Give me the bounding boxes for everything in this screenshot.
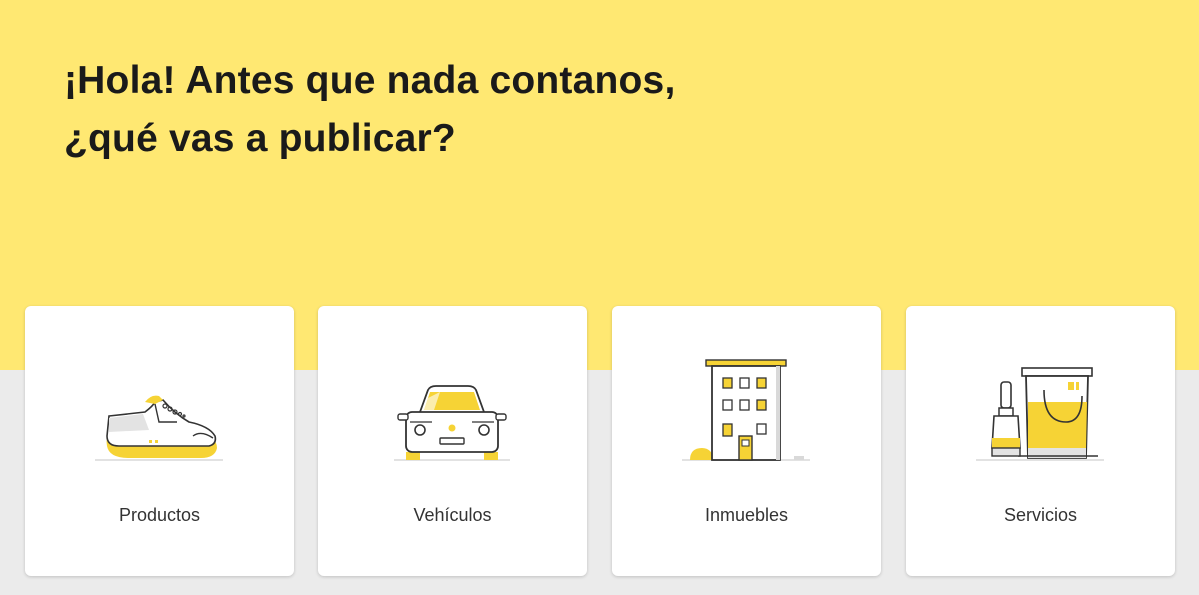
page-title: ¡Hola! Antes que nada contanos, ¿qué vas… bbox=[64, 52, 675, 168]
paint-bucket-icon bbox=[970, 352, 1110, 464]
category-card-servicios[interactable]: Servicios bbox=[906, 306, 1175, 576]
category-card-vehiculos[interactable]: Vehículos bbox=[318, 306, 587, 576]
category-label: Inmuebles bbox=[704, 505, 789, 525]
building-icon bbox=[676, 352, 816, 464]
sneaker-icon bbox=[89, 352, 229, 464]
category-card-list: Productos Vehículos Inmuebles Servicios bbox=[25, 306, 1176, 576]
category-label: Vehículos bbox=[413, 505, 492, 525]
category-label: Productos bbox=[118, 505, 201, 525]
category-card-inmuebles[interactable]: Inmuebles bbox=[612, 306, 881, 576]
category-label: Servicios bbox=[1003, 505, 1078, 525]
category-card-productos[interactable]: Productos bbox=[25, 306, 294, 576]
car-icon bbox=[382, 352, 522, 464]
page-title-line-2: ¿qué vas a publicar? bbox=[64, 117, 456, 160]
page-title-line-1: ¡Hola! Antes que nada contanos, bbox=[64, 59, 676, 102]
